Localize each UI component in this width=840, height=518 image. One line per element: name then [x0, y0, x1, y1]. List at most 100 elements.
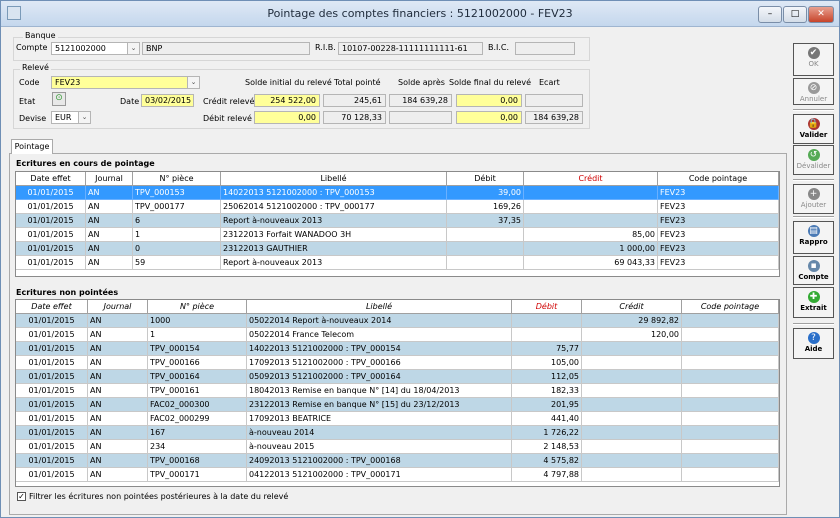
- tab-pointage[interactable]: Pointage: [11, 139, 53, 154]
- column-header[interactable]: Date effet: [16, 300, 88, 314]
- chevron-down-icon[interactable]: ⌄: [78, 112, 90, 123]
- extract-icon: ✚: [807, 291, 820, 303]
- table-row[interactable]: 01/01/2015 AN 234 à-nouveau 2015 2 148,53: [16, 440, 779, 454]
- annuler-button[interactable]: ⊘ Annuler: [793, 78, 834, 105]
- banque-nom-field: BNP: [142, 42, 310, 55]
- toolbar-button-label: Rappro: [799, 238, 828, 246]
- column-header[interactable]: Libellé: [221, 172, 447, 186]
- table-cell: [582, 454, 682, 468]
- table-row[interactable]: 01/01/2015 AN TPV_000161 18042013 Remise en…: [16, 384, 779, 398]
- table-row[interactable]: 01/01/2015 AN TPV_000177 25062014 512100200…: [16, 200, 779, 214]
- column-header[interactable]: Crédit: [582, 300, 682, 314]
- table-cell: 59: [133, 256, 221, 270]
- column-header[interactable]: Date effet: [16, 172, 86, 186]
- code-select[interactable]: FEV23 ⌄: [51, 76, 200, 89]
- table-cell: [582, 412, 682, 426]
- maximize-button[interactable]: □: [783, 6, 807, 23]
- toolbar-button-label: Dévalider: [796, 162, 831, 170]
- table-row[interactable]: 01/01/2015 AN TPV_000164 05092013 512100200…: [16, 370, 779, 384]
- ok-button[interactable]: ✔ OK: [793, 43, 834, 76]
- aide-button[interactable]: ? Aide: [793, 328, 834, 359]
- table-cell: 01/01/2015: [16, 398, 88, 412]
- table-header: Date effet Journal N° pièce Libellé Débit Cré…: [16, 300, 779, 314]
- table-cell: TPV_000177: [133, 200, 221, 214]
- table-cell: [682, 468, 779, 482]
- devalider-button[interactable]: ↺ Dévalider: [793, 145, 834, 175]
- column-header[interactable]: Journal: [86, 172, 133, 186]
- debit-total-pointe: 70 128,33: [323, 111, 386, 124]
- table-cell: [582, 398, 682, 412]
- table-row[interactable]: 01/01/2015 AN FAC02_000299 17092013 BEATRIC…: [16, 412, 779, 426]
- table-cell: 18042013 Remise en banque N° [14] du 18/…: [247, 384, 512, 398]
- table-cell: [582, 356, 682, 370]
- ajouter-button[interactable]: + Ajouter: [793, 184, 834, 214]
- table-row[interactable]: 01/01/2015 AN FAC02_000300 23122013 Remise …: [16, 398, 779, 412]
- table-cell: [682, 440, 779, 454]
- table-cell: [682, 356, 779, 370]
- calculator-icon: ▪: [807, 260, 820, 272]
- toolbar-separator: [793, 179, 834, 181]
- col-solde-final: Solde final du relevé: [449, 78, 532, 87]
- table-row[interactable]: 01/01/2015 AN 1000 05022014 Report à-nouvea…: [16, 314, 779, 328]
- close-button[interactable]: ✕: [808, 6, 834, 23]
- table-cell: AN: [86, 214, 133, 228]
- valider-button[interactable]: 🔒 Valider: [793, 114, 834, 144]
- table-row[interactable]: 01/01/2015 AN 1 23122013 Forfait WANADOO 3H…: [16, 228, 779, 242]
- table-cell: AN: [88, 328, 148, 342]
- column-header[interactable]: Débit: [512, 300, 582, 314]
- date-field[interactable]: 03/02/2015: [141, 94, 194, 107]
- table-row[interactable]: 01/01/2015 AN 167 à-nouveau 2014 1 726,22: [16, 426, 779, 440]
- column-header[interactable]: Code pointage: [682, 300, 779, 314]
- table-row[interactable]: 01/01/2015 AN TPV_000168 24092013 512100200…: [16, 454, 779, 468]
- chevron-down-icon[interactable]: ⌄: [187, 77, 199, 88]
- table-row[interactable]: 01/01/2015 AN TPV_000153 14022013 512100200…: [16, 186, 779, 200]
- table-cell: [682, 412, 779, 426]
- window-title: Pointage des comptes financiers : 512100…: [267, 7, 573, 20]
- filter-checkbox[interactable]: ✓: [17, 492, 26, 501]
- title-bar: Pointage des comptes financiers : 512100…: [1, 1, 839, 27]
- code-label: Code: [19, 78, 40, 87]
- table-cell: TPV_000153: [133, 186, 221, 200]
- code-value: FEV23: [55, 78, 81, 87]
- table-cell: 1000: [148, 314, 247, 328]
- extrait-button[interactable]: ✚ Extrait: [793, 287, 834, 318]
- toolbar-button-label: Valider: [799, 131, 828, 139]
- rappro-button[interactable]: ▤ Rappro: [793, 221, 834, 254]
- toolbar-separator: [793, 109, 834, 111]
- column-header[interactable]: Code pointage: [658, 172, 779, 186]
- compte-button[interactable]: ▪ Compte: [793, 256, 834, 285]
- debit-solde-final[interactable]: 0,00: [456, 111, 522, 124]
- table-row[interactable]: 01/01/2015 AN TPV_000171 04122013 512100200…: [16, 468, 779, 482]
- table-row[interactable]: 01/01/2015 AN TPV_000154 14022013 512100200…: [16, 342, 779, 356]
- debit-solde-initial[interactable]: 0,00: [254, 111, 320, 124]
- table-cell: à-nouveau 2015: [247, 440, 512, 454]
- table-row[interactable]: 01/01/2015 AN 0 23122013 GAUTHIER 1 000,00 FE…: [16, 242, 779, 256]
- devise-select[interactable]: EUR ⌄: [51, 111, 91, 124]
- table-cell: Report à-nouveaux 2013: [221, 256, 447, 270]
- column-header[interactable]: N° pièce: [148, 300, 247, 314]
- column-header[interactable]: Libellé: [247, 300, 512, 314]
- compte-select[interactable]: 5121002000 ⌄: [51, 42, 140, 55]
- toolbar-separator: [793, 323, 834, 325]
- credit-solde-initial[interactable]: 254 522,00: [254, 94, 320, 107]
- column-header[interactable]: N° pièce: [133, 172, 221, 186]
- minimize-button[interactable]: –: [758, 6, 782, 23]
- table-row[interactable]: 01/01/2015 AN TPV_000166 17092013 512100200…: [16, 356, 779, 370]
- table-cell: 24092013 5121002000 : TPV_000168: [247, 454, 512, 468]
- etat-unlock-icon: ⊙: [52, 92, 66, 106]
- column-header[interactable]: Débit: [447, 172, 524, 186]
- table-row[interactable]: 01/01/2015 AN 6 Report à-nouveaux 2013 37,35…: [16, 214, 779, 228]
- table-cell: à-nouveau 2014: [247, 426, 512, 440]
- table-cell: 04122013 5121002000 : TPV_000171: [247, 468, 512, 482]
- chevron-down-icon[interactable]: ⌄: [127, 43, 139, 54]
- column-header[interactable]: Crédit: [524, 172, 658, 186]
- table-row[interactable]: 01/01/2015 AN 59 Report à-nouveaux 2013 69 0…: [16, 256, 779, 270]
- credit-solde-final[interactable]: 0,00: [456, 94, 522, 107]
- table-cell: 01/01/2015: [16, 256, 86, 270]
- column-header[interactable]: Journal: [88, 300, 148, 314]
- table-cell: AN: [88, 412, 148, 426]
- table-cell: [682, 426, 779, 440]
- table-cell: TPV_000164: [148, 370, 247, 384]
- table-row[interactable]: 01/01/2015 AN 1 05022014 France Telecom 120,…: [16, 328, 779, 342]
- table-cell: 112,05: [512, 370, 582, 384]
